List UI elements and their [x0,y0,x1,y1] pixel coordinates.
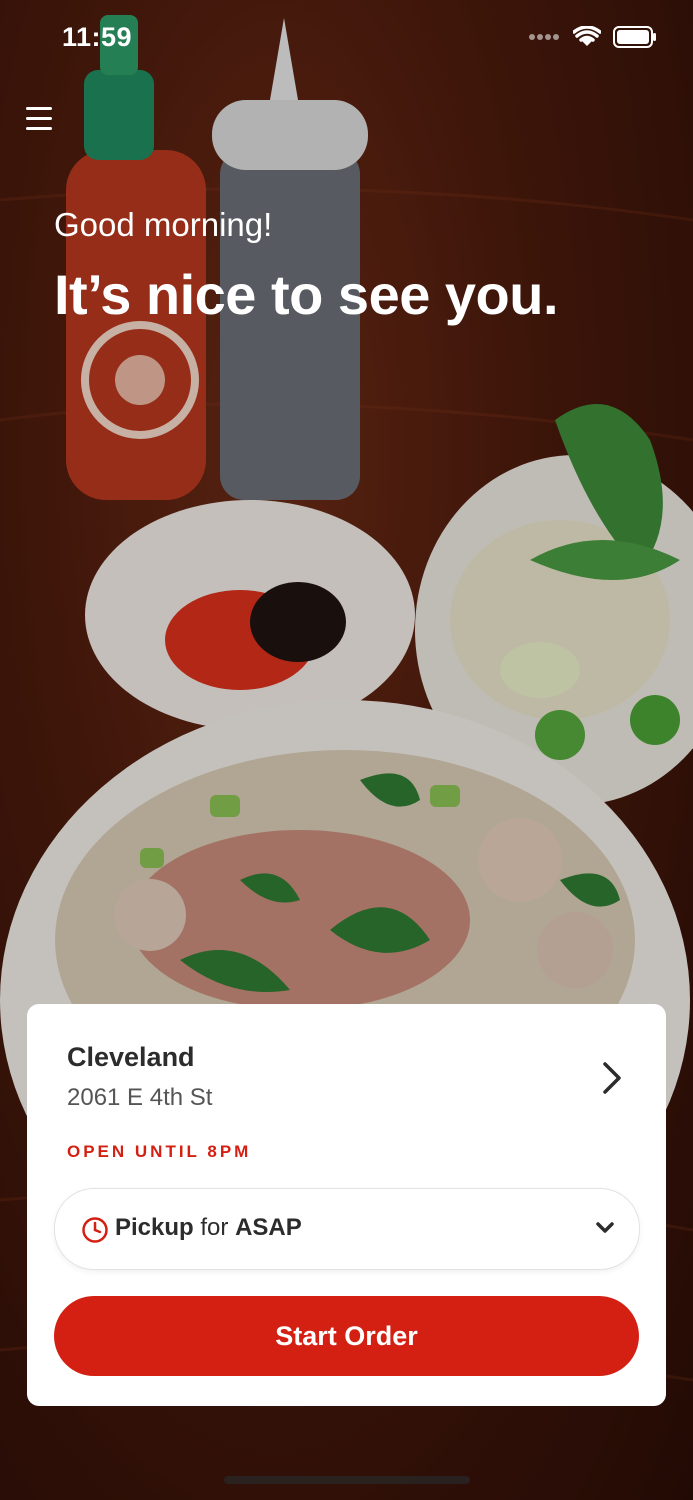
order-mode-type: Pickup [115,1214,194,1241]
order-mode-selector[interactable]: Pickup for ASAP [54,1188,640,1270]
clock-icon [82,1217,108,1243]
wifi-icon [573,26,601,46]
welcome-headline: It’s nice to see you. [54,263,559,326]
start-order-button[interactable]: Start Order [54,1296,639,1376]
location-name[interactable]: Cleveland [67,1042,195,1073]
order-mode-connector: for [200,1214,229,1241]
chevron-right-icon [603,1062,621,1094]
chevron-down-icon [596,1222,614,1233]
location-details-button[interactable] [599,1058,625,1098]
status-bar: 11:59 [0,0,693,80]
location-address[interactable]: 2061 E 4th St [67,1084,212,1112]
order-mode-label: Pickup for ASAP [115,1214,302,1242]
status-indicators [529,26,657,48]
home-indicator[interactable] [224,1476,470,1484]
signal-dots-icon [529,34,559,40]
order-card: Cleveland 2061 E 4th St OPEN UNTIL 8PM P… [27,1004,666,1406]
location-hours-status: OPEN UNTIL 8PM [67,1142,252,1161]
battery-icon [613,26,656,48]
greeting-text: Good morning! [54,206,273,243]
menu-button[interactable] [24,104,56,134]
hamburger-icon [26,107,52,130]
order-mode-time: ASAP [235,1214,302,1241]
status-time: 11:59 [62,22,133,52]
